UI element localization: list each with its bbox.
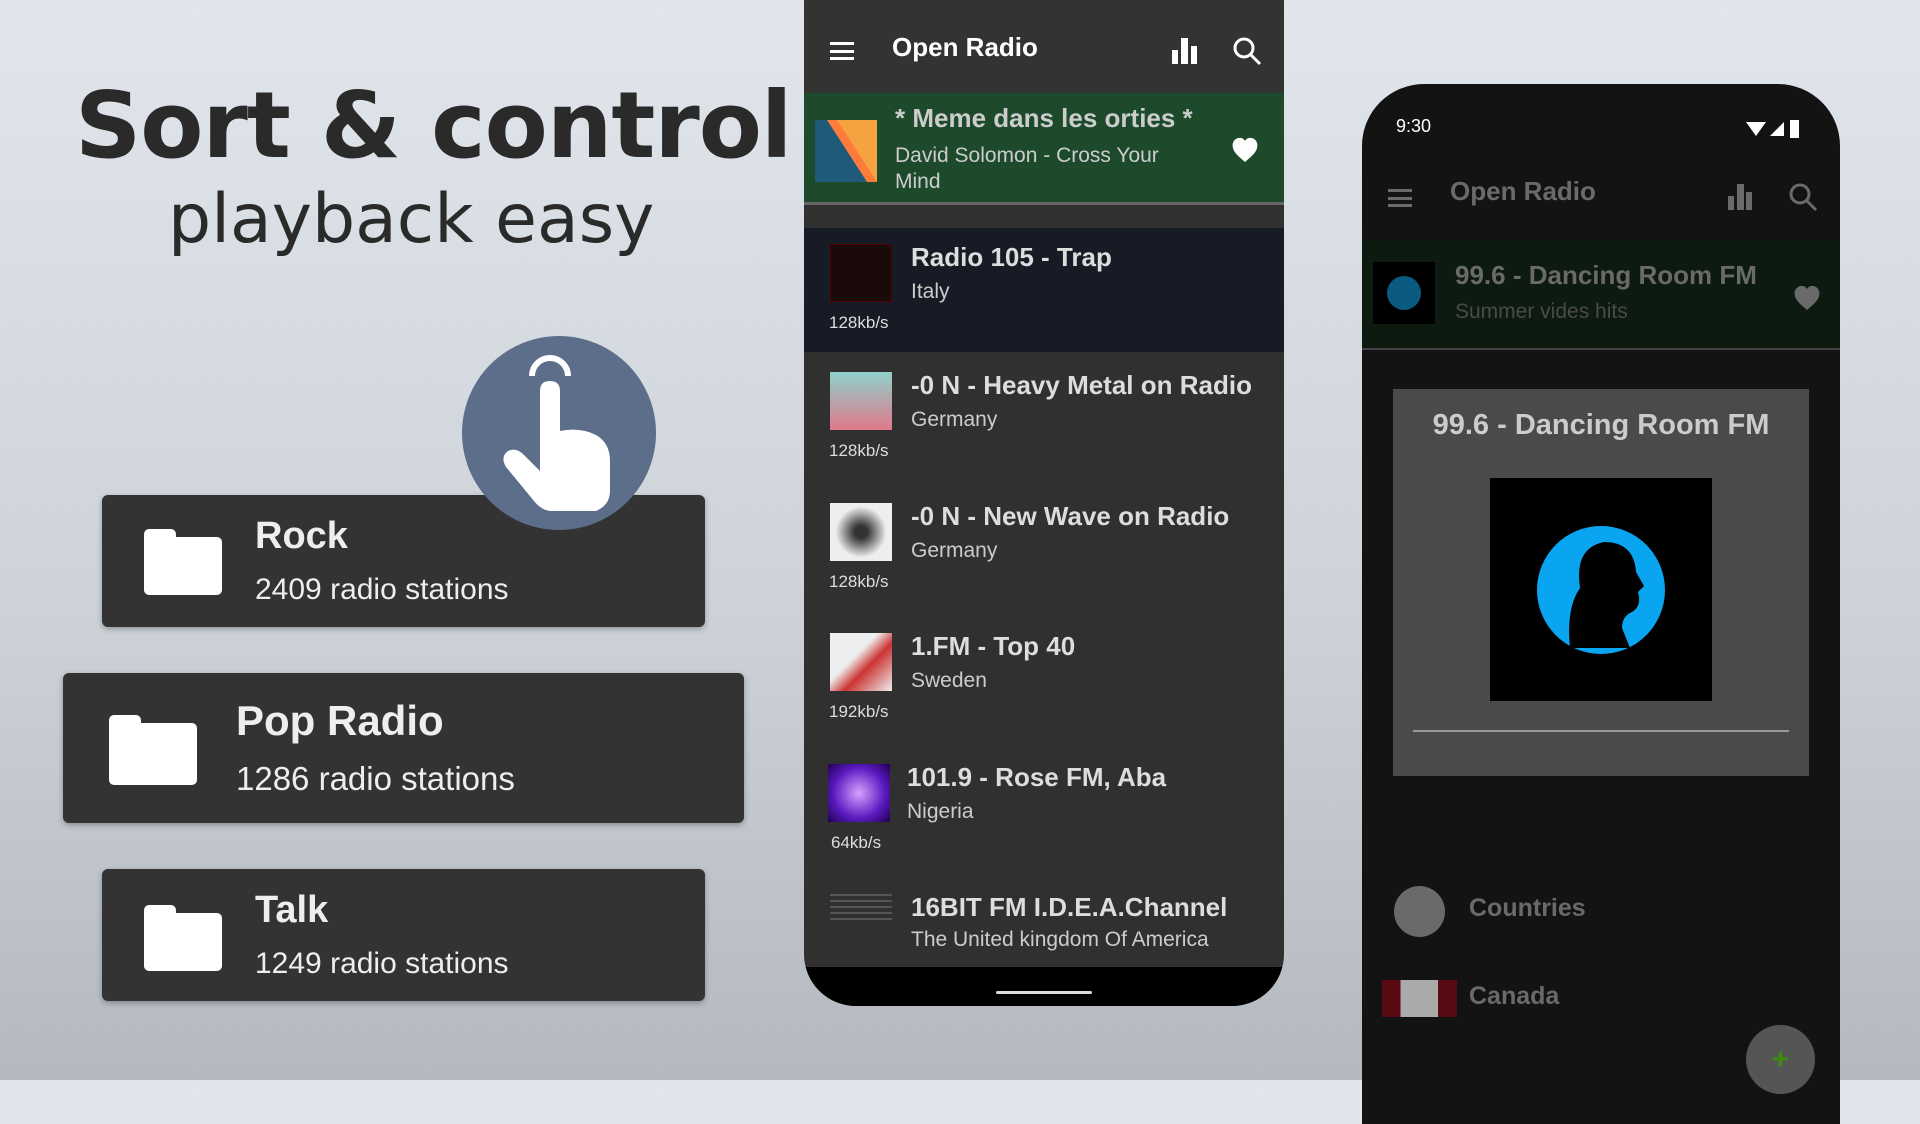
- status-time: 9:30: [1396, 116, 1432, 136]
- canada-flag-icon: [1382, 980, 1457, 1017]
- station-name: -0 N - Heavy Metal on Radio: [911, 370, 1252, 400]
- station-name: 101.9 - Rose FM, Aba: [907, 762, 1167, 792]
- station-name: 1.FM - Top 40: [911, 631, 1076, 661]
- station-country: The United kingdom Of America: [911, 928, 1209, 951]
- category-name: Rock: [255, 515, 348, 557]
- menu-item-canada[interactable]: Canada: [1469, 982, 1559, 1011]
- station-dialog: 99.6 - Dancing Room FM: [1393, 389, 1809, 776]
- menu-item-countries[interactable]: Countries: [1469, 894, 1586, 923]
- now-playing-artwork: [815, 120, 877, 182]
- now-playing-title: 99.6 - Dancing Room FM: [1455, 260, 1757, 290]
- station-bitrate: 128kb/s: [829, 313, 889, 332]
- station-row[interactable]: 16BIT FM I.D.E.A.Channel The United king…: [804, 878, 1284, 967]
- station-row[interactable]: Radio 105 - Trap Italy 128kb/s: [804, 228, 1284, 352]
- station-artwork: [830, 372, 892, 430]
- category-count: 1286 radio stations: [236, 760, 515, 797]
- now-playing-subtitle: Summer vides hits: [1455, 300, 1628, 323]
- menu-icon[interactable]: [1388, 189, 1412, 207]
- station-country: Germany: [911, 408, 998, 431]
- station-country: Sweden: [911, 669, 987, 692]
- station-bitrate: 128kb/s: [829, 441, 889, 460]
- hand-pointer-icon: [503, 355, 610, 511]
- status-icons: [1746, 120, 1799, 138]
- station-row[interactable]: 101.9 - Rose FM, Aba Nigeria 64kb/s: [804, 748, 1284, 878]
- station-artwork: [830, 633, 892, 691]
- category-name: Talk: [255, 889, 329, 931]
- menu-icon[interactable]: [830, 42, 854, 60]
- now-playing-artwork: [1373, 262, 1435, 324]
- search-icon[interactable]: [1232, 36, 1262, 66]
- headline-title: Sort & control: [75, 72, 792, 179]
- station-logo: [1490, 478, 1712, 701]
- station-row[interactable]: -0 N - New Wave on Radio Germany 128kb/s: [804, 487, 1284, 617]
- category-card-pop-radio[interactable]: Pop Radio 1286 radio stations: [63, 673, 744, 823]
- navigation-bar: [804, 967, 1284, 1006]
- station-country: Germany: [911, 539, 998, 562]
- now-playing-title: * Meme dans les orties *: [895, 103, 1193, 133]
- dialog-title: 99.6 - Dancing Room FM: [1432, 409, 1770, 441]
- add-fab-button[interactable]: +: [1746, 1025, 1815, 1094]
- category-name: Pop Radio: [236, 697, 444, 744]
- app-title: Open Radio: [892, 32, 1038, 62]
- heart-icon[interactable]: [1792, 284, 1822, 310]
- station-bitrate: 64kb/s: [831, 833, 882, 852]
- progress-line: [1413, 730, 1789, 732]
- station-country: Italy: [911, 280, 950, 303]
- station-bitrate: 192kb/s: [829, 702, 889, 721]
- station-artwork: [828, 764, 890, 822]
- station-artwork: [830, 503, 892, 561]
- category-count: 1249 radio stations: [255, 947, 509, 980]
- folder-icon: [144, 905, 222, 971]
- toolbar: Open Radio: [804, 0, 1284, 93]
- station-artwork: [830, 894, 892, 924]
- app-title: Open Radio: [1450, 176, 1596, 206]
- station-row[interactable]: 1.FM - Top 40 Sweden 192kb/s: [804, 617, 1284, 747]
- now-playing-bar[interactable]: 99.6 - Dancing Room FM Summer vides hits: [1362, 240, 1840, 350]
- equalizer-icon[interactable]: [1726, 182, 1754, 210]
- home-handle[interactable]: [996, 991, 1092, 994]
- station-name: Radio 105 - Trap: [911, 242, 1112, 272]
- tap-gesture: [462, 336, 656, 530]
- phone-main: Open Radio * Meme dans les orties * Davi…: [804, 0, 1284, 1006]
- station-row[interactable]: -0 N - Heavy Metal on Radio Germany 128k…: [804, 356, 1284, 486]
- category-card-talk[interactable]: Talk 1249 radio stations: [102, 869, 705, 1001]
- silhouette-icon: [1537, 526, 1665, 654]
- folder-icon: [109, 715, 197, 785]
- phone-side: 9:30 Open Radio 99.6 - Dancing Room FM S…: [1362, 84, 1840, 1124]
- heart-icon[interactable]: [1230, 136, 1260, 162]
- search-icon[interactable]: [1788, 182, 1818, 212]
- station-bitrate: 128kb/s: [829, 572, 889, 591]
- now-playing-bar[interactable]: * Meme dans les orties * David Solomon -…: [804, 93, 1284, 205]
- station-name: -0 N - New Wave on Radio: [911, 501, 1230, 531]
- station-artwork: [830, 244, 892, 302]
- category-count: 2409 radio stations: [255, 573, 509, 606]
- station-name: 16BIT FM I.D.E.A.Channel: [911, 892, 1228, 922]
- globe-icon: [1394, 886, 1445, 937]
- station-country: Nigeria: [907, 800, 974, 823]
- equalizer-icon[interactable]: [1170, 36, 1200, 64]
- now-playing-subtitle: David Solomon - Cross Your Mind: [895, 144, 1159, 193]
- folder-icon: [144, 529, 222, 595]
- headline-subtitle: playback easy: [168, 180, 655, 259]
